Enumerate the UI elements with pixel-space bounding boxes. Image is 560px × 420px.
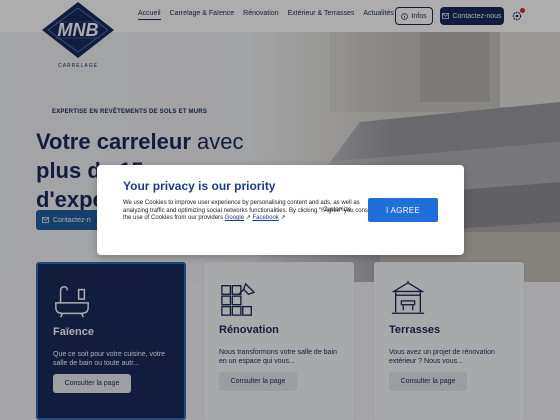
external-link-icon: ↗ [280, 215, 286, 221]
customize-button[interactable]: Customize [323, 207, 351, 213]
facebook-link[interactable]: Facebook [252, 215, 278, 221]
external-link-icon: ↗ [245, 215, 251, 221]
google-link[interactable]: Google [225, 215, 244, 221]
agree-button[interactable]: I AGREE [368, 198, 438, 222]
privacy-modal: Your privacy is our priority We use Cook… [97, 165, 464, 255]
privacy-title: Your privacy is our priority [123, 179, 276, 193]
